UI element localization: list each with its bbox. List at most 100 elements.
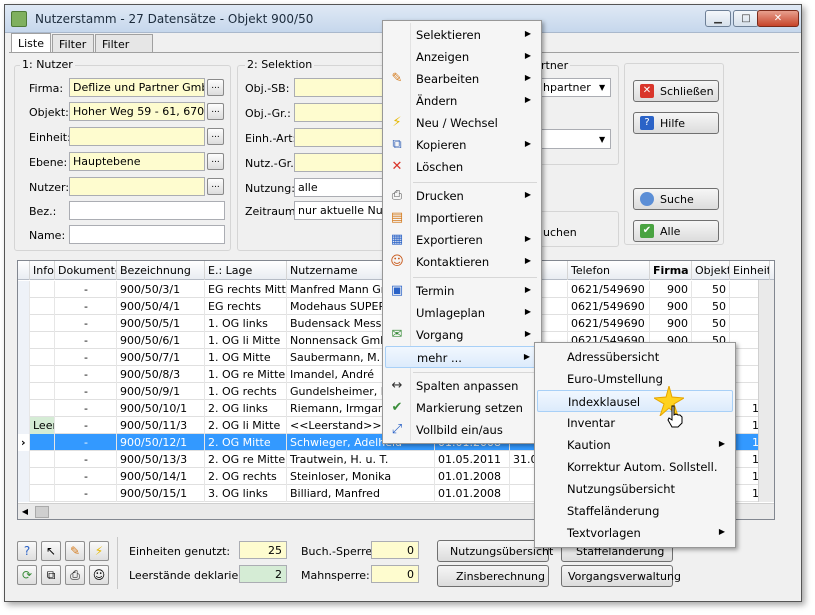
name-input[interactable]: [69, 225, 225, 244]
firma-browse-button[interactable]: ...: [207, 79, 224, 96]
mahnsperre-label: Mahnsperre:: [301, 569, 370, 582]
zinsberechnung-button[interactable]: Zinsberechnung: [437, 565, 549, 587]
row-selector[interactable]: [18, 366, 30, 383]
row-selector[interactable]: [18, 315, 30, 332]
submenu-item-korrektur-autom-sollstell[interactable]: Korrektur Autom. Sollstell.: [537, 456, 733, 478]
table-cell: [30, 400, 55, 417]
row-selector[interactable]: [18, 298, 30, 315]
header-einheit[interactable]: Einheit: [730, 261, 770, 280]
header-objekt[interactable]: Objekt: [692, 261, 730, 280]
einheit-input[interactable]: [69, 127, 205, 146]
menu-item-spalten-anpassen[interactable]: ↔ Spalten anpassen: [385, 375, 539, 397]
copy-icon[interactable]: ⧉: [41, 565, 61, 585]
nutzungsuebersicht-button[interactable]: Nutzungsübersicht: [437, 540, 553, 562]
submenu-item-indexklausel[interactable]: Indexklausel: [537, 390, 733, 412]
menu-item-neu-wechsel[interactable]: ⚡ Neu / Wechsel: [385, 112, 539, 134]
minimize-button[interactable]: ▁: [705, 10, 731, 27]
vorgangsverwaltung-button[interactable]: Vorgangsverwaltung: [561, 565, 681, 587]
menu-item-selektieren[interactable]: Selektieren ▶: [385, 24, 539, 46]
refresh-icon[interactable]: ⟳: [17, 565, 37, 585]
objekt-input[interactable]: Hoher Weg 59 - 61, 67059: [69, 102, 205, 121]
header-dokumente[interactable]: Dokumente: [55, 261, 117, 280]
menu-item-umlageplan[interactable]: Umlageplan ▶: [385, 302, 539, 324]
chevron-right-icon: ▶: [524, 256, 531, 265]
pointer-icon[interactable]: ↖: [41, 541, 61, 561]
firma-input[interactable]: Deflize und Partner GmbH: [69, 78, 205, 97]
row-selector[interactable]: ›: [18, 434, 30, 451]
tab-filter-f[interactable]: Filter (F.): [95, 34, 153, 64]
einhart-input[interactable]: [294, 128, 394, 147]
print-icon[interactable]: ⎙: [65, 565, 85, 585]
row-selector[interactable]: [18, 383, 30, 400]
header-firma[interactable]: Firma: [650, 261, 692, 280]
row-selector[interactable]: [18, 349, 30, 366]
suche-button[interactable]: Suche: [633, 188, 719, 210]
menu-item-kontaktieren[interactable]: ☺ Kontaktieren ▶: [385, 251, 539, 273]
menu-item-exportieren[interactable]: ▦ Exportieren ▶: [385, 229, 539, 251]
columns-icon: ↔: [391, 378, 403, 393]
table-cell: [30, 468, 55, 485]
menu-item-kopieren[interactable]: ⧉ Kopieren ▶: [385, 134, 539, 156]
nutzgr-input[interactable]: [294, 153, 394, 172]
submenu-item-inventar[interactable]: Inventar: [537, 412, 733, 434]
menu-item-vorgang[interactable]: ✉ Vorgang ▶: [385, 324, 539, 346]
row-selector[interactable]: [18, 332, 30, 349]
help-icon-toolbar[interactable]: ?: [17, 541, 37, 561]
header-info[interactable]: Info: [30, 261, 55, 280]
objgr-input[interactable]: [294, 103, 394, 122]
menu-item-bearbeiten[interactable]: ✎ Bearbeiten ▶: [385, 68, 539, 90]
nutzung-select[interactable]: alle: [294, 178, 394, 197]
menu-item-mehr[interactable]: mehr ... ▶: [385, 346, 539, 368]
tab-liste[interactable]: Liste: [11, 33, 51, 53]
ebene-browse-button[interactable]: ...: [207, 153, 224, 170]
menu-item-loeschen[interactable]: ✕ Löschen: [385, 156, 539, 178]
schliessen-button[interactable]: ✕ Schließen: [633, 80, 719, 102]
submenu-item-adressuebersicht[interactable]: Adressübersicht: [537, 346, 733, 368]
menu-item-drucken[interactable]: ⎙ Drucken ▶: [385, 185, 539, 207]
vertical-scrollbar[interactable]: [758, 280, 774, 502]
row-selector[interactable]: [18, 417, 30, 434]
firma-label: Firma:: [29, 82, 64, 95]
lightning-icon[interactable]: ⚡: [89, 541, 109, 561]
scroll-left-icon[interactable]: ◀: [18, 505, 32, 519]
contacts-icon[interactable]: ☺: [89, 565, 109, 585]
row-selector[interactable]: [18, 400, 30, 417]
einheit-browse-button[interactable]: ...: [207, 128, 224, 145]
table-cell: 2. OG li Mitte: [205, 417, 287, 434]
submenu-item-euro-umstellung[interactable]: Euro-Umstellung: [537, 368, 733, 390]
row-selector[interactable]: [18, 468, 30, 485]
hand-cursor-icon: [666, 404, 684, 428]
menu-item-anzeigen[interactable]: Anzeigen ▶: [385, 46, 539, 68]
ebene-input[interactable]: Hauptebene: [69, 152, 205, 171]
header-telefon[interactable]: Telefon: [568, 261, 650, 280]
zeitraum-select[interactable]: nur aktuelle Nutzer: [294, 201, 394, 220]
header-bezeichnung[interactable]: Bezeichnung: [117, 261, 205, 280]
nutzer-browse-button[interactable]: ...: [207, 178, 224, 195]
alle-button[interactable]: ✔ Alle: [633, 220, 719, 242]
objekt-browse-button[interactable]: ...: [207, 103, 224, 120]
einheiten-genutzt-value: 25: [239, 541, 287, 559]
bez-input[interactable]: [69, 201, 225, 220]
table-cell: -: [55, 366, 117, 383]
row-selector[interactable]: [18, 281, 30, 298]
menu-item-importieren[interactable]: ▤ Importieren: [385, 207, 539, 229]
menu-item-aendern[interactable]: Ändern ▶: [385, 90, 539, 112]
menu-item-vollbild[interactable]: ⤢ Vollbild ein/aus: [385, 419, 539, 441]
row-selector[interactable]: [18, 451, 30, 468]
menu-item-markierung-setzen[interactable]: ✔ Markierung setzen: [385, 397, 539, 419]
submenu-item-nutzungsuebersicht[interactable]: Nutzungsübersicht: [537, 478, 733, 500]
maximize-button[interactable]: □: [733, 10, 759, 27]
close-button[interactable]: ✕: [757, 10, 799, 27]
submenu-item-staffelaenderung[interactable]: Staffeländerung: [537, 500, 733, 522]
scroll-thumb[interactable]: [35, 506, 49, 518]
menu-item-termin[interactable]: ▣ Termin ▶: [385, 280, 539, 302]
submenu-item-kaution[interactable]: Kaution ▶: [537, 434, 733, 456]
submenu-item-textvorlagen[interactable]: Textvorlagen ▶: [537, 522, 733, 544]
pencil-icon[interactable]: ✎: [65, 541, 85, 561]
hilfe-button[interactable]: ? Hilfe: [633, 112, 719, 134]
row-selector[interactable]: [18, 485, 30, 502]
objsb-input[interactable]: [294, 78, 394, 97]
tab-filter[interactable]: Filter: [52, 34, 94, 53]
header-lage[interactable]: E.: Lage: [205, 261, 287, 280]
nutzer-input[interactable]: [69, 177, 205, 196]
